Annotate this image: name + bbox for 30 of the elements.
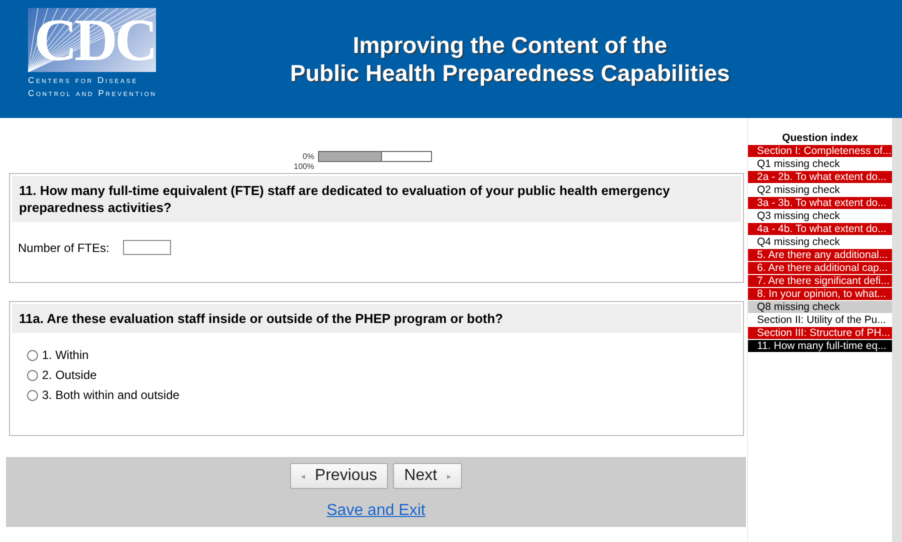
input-field[interactable] bbox=[123, 240, 172, 255]
next-button[interactable]: Next ▸ bbox=[393, 463, 462, 489]
option-label: 3. Both within and outside bbox=[42, 388, 180, 402]
index-item[interactable]: 4a - 4b. To what extent do... bbox=[748, 223, 892, 235]
index-item[interactable]: 2a - 2b. To what extent do... bbox=[748, 171, 892, 183]
previous-button[interactable]: ◂ Previous bbox=[290, 463, 388, 489]
index-item[interactable]: 8. In your opinion, to what... bbox=[748, 288, 892, 300]
progress-start-label: 0% bbox=[302, 152, 314, 161]
save-and-exit-link[interactable]: Save and Exit bbox=[326, 502, 426, 520]
radio-button[interactable] bbox=[27, 370, 38, 380]
radio-button[interactable] bbox=[27, 390, 38, 400]
progress-end-label: 100% bbox=[292, 162, 314, 171]
question-text: 11a. Are these evaluation staff inside or outside of the PHEP program or both? bbox=[12, 304, 741, 333]
question-text: 11. How many full-time equivalent (FTE) staff are dedicated to evaluation of your public health emergency preparedness activities? bbox=[12, 176, 741, 222]
index-item[interactable]: 3a - 3b. To what extent do... bbox=[748, 197, 892, 209]
radio-button[interactable] bbox=[27, 350, 38, 360]
index-item[interactable]: 6. Are there additional cap... bbox=[748, 262, 892, 274]
index-title: Question index bbox=[781, 132, 859, 145]
option-label: 1. Within bbox=[42, 348, 89, 362]
index-item[interactable]: 11. How many full-time eq... bbox=[748, 340, 892, 352]
index-item[interactable]: 7. Are there significant defi... bbox=[748, 275, 892, 287]
index-item[interactable]: Q8 missing check bbox=[748, 301, 892, 313]
page-title: Public Health Preparedness Capabilities bbox=[289, 59, 731, 87]
cdc-logo: CDC Centers for Disease Control and Prevention bbox=[28, 8, 158, 100]
index-item[interactable]: 5. Are there any additional... bbox=[748, 249, 892, 261]
page-title: Improving the Content of the bbox=[352, 31, 668, 59]
index-item[interactable]: Section III: Structure of PH... bbox=[748, 327, 892, 339]
field-label: Number of FTEs: bbox=[18, 240, 110, 254]
index-item[interactable]: Section I: Completeness of... bbox=[748, 145, 892, 157]
option-label: 2. Outside bbox=[42, 368, 97, 382]
